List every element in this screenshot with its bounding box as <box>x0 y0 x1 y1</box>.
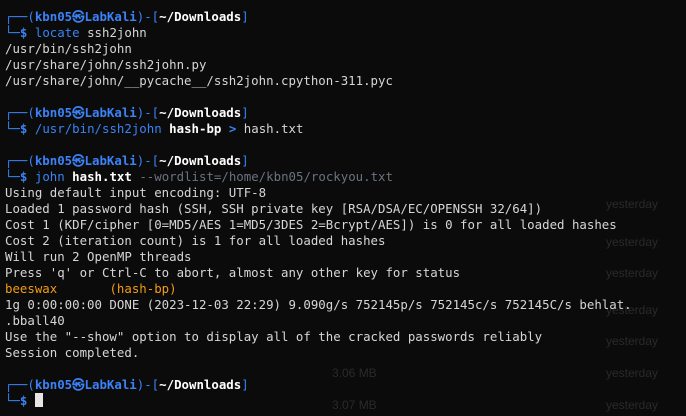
output-line: 1g 0:00:00:00 DONE (2023-12-03 22:29) 9.… <box>5 297 632 312</box>
prompt-open: ┌──( <box>5 9 35 24</box>
output-line: Using default input encoding: UTF-8 <box>5 185 267 200</box>
command-input-line[interactable]: └─$ <box>5 393 43 409</box>
prompt-dir: ~/Downloads <box>159 377 242 392</box>
command-line: └─$ /usr/bin/ssh2john hash-bp > hash.txt <box>5 121 303 137</box>
prompt-bottom: └─ <box>5 169 20 184</box>
prompt-user: kbn05 <box>34 105 73 120</box>
prompt-dollar: $ <box>19 169 28 184</box>
ghost-text: 3.06 MB <box>332 366 377 380</box>
prompt-bottom: └─ <box>5 121 20 136</box>
output-line: Cost 2 (iteration count) is 1 for all lo… <box>5 233 386 248</box>
command-line: └─$ john hash.txt --wordlist=/home/kbn05… <box>5 169 393 185</box>
redirect-operator: > <box>228 121 237 136</box>
command: locate <box>34 25 80 40</box>
prompt-user: kbn05 <box>34 153 73 168</box>
prompt-close: ] <box>241 377 249 392</box>
prompt-line: ┌──(kbn05㉿LabKali)-[~/Downloads] <box>5 9 249 25</box>
prompt-user: kbn05 <box>34 377 73 392</box>
prompt-mid: )-[ <box>136 9 160 24</box>
output-line: .bball40 <box>5 313 65 328</box>
output-line: /usr/share/john/ssh2john.py <box>5 57 207 72</box>
prompt-line: ┌──(kbn05㉿LabKali)-[~/Downloads] <box>5 153 249 169</box>
ghost-text: 3.07 MB <box>332 398 377 412</box>
ghost-text: yesterday <box>606 334 659 348</box>
prompt-open: ┌──( <box>5 377 35 392</box>
command-line: └─$ locate ssh2john <box>5 25 147 41</box>
cracked-line: beeswax (hash-bp) <box>5 281 177 297</box>
command-arg: hash-bp <box>169 121 222 136</box>
command-arg: ssh2john <box>87 25 147 40</box>
ghost-text: yesterday <box>606 398 659 412</box>
command-arg: hash.txt <box>243 121 304 136</box>
output-line: /usr/bin/ssh2john <box>5 41 132 56</box>
prompt-dollar: $ <box>19 393 28 408</box>
output-line: Loaded 1 password hash (SSH, SSH private… <box>5 201 543 216</box>
prompt-mid: )-[ <box>136 377 160 392</box>
prompt-mid: )-[ <box>136 105 160 120</box>
prompt-dollar: $ <box>19 25 28 40</box>
prompt-at-icon: ㉿ <box>72 153 85 168</box>
prompt-user: kbn05 <box>34 9 73 24</box>
prompt-dir: ~/Downloads <box>159 9 242 24</box>
prompt-line: ┌──(kbn05㉿LabKali)-[~/Downloads] <box>5 105 249 121</box>
command: /usr/bin/ssh2john <box>34 121 162 136</box>
command-arg: hash.txt <box>72 169 132 184</box>
prompt-line: ┌──(kbn05㉿LabKali)-[~/Downloads] <box>5 377 249 393</box>
prompt-close: ] <box>241 105 249 120</box>
command-option: --wordlist=/home/kbn05/rockyou.txt <box>139 169 393 184</box>
prompt-dir: ~/Downloads <box>159 105 242 120</box>
prompt-bottom: └─ <box>5 25 20 40</box>
prompt-at-icon: ㉿ <box>72 105 85 120</box>
output-line: Use the "--show" option to display all o… <box>5 329 543 344</box>
text-cursor[interactable] <box>34 393 43 407</box>
output-line: Press 'q' or Ctrl-C to abort, almost any… <box>5 265 461 280</box>
ghost-text: yesterday <box>606 197 659 211</box>
command: john <box>34 169 65 184</box>
output-line: /usr/share/john/__pycache__/ssh2john.cpy… <box>5 73 393 88</box>
ghost-text: yesterday <box>606 366 659 380</box>
prompt-host: LabKali <box>84 153 137 168</box>
prompt-mid: )-[ <box>136 153 160 168</box>
terminal-window[interactable]: yesterday yesterday yesterday yesterday … <box>0 0 686 416</box>
prompt-at-icon: ㉿ <box>72 377 85 392</box>
cracked-password: beeswax <box>5 281 58 296</box>
prompt-bottom: └─ <box>5 393 20 408</box>
prompt-host: LabKali <box>84 377 137 392</box>
prompt-open: ┌──( <box>5 153 35 168</box>
prompt-host: LabKali <box>84 9 137 24</box>
prompt-dollar: $ <box>19 121 28 136</box>
ghost-text: yesterday <box>606 266 659 280</box>
prompt-at-icon: ㉿ <box>72 9 85 24</box>
prompt-dir: ~/Downloads <box>159 153 242 168</box>
output-line: Will run 2 OpenMP threads <box>5 249 192 264</box>
ghost-text: yesterday <box>606 235 659 249</box>
prompt-open: ┌──( <box>5 105 35 120</box>
cracked-file: (hash-bp) <box>109 281 177 296</box>
prompt-close: ] <box>241 153 249 168</box>
output-line: Cost 1 (KDF/cipher [0=MD5/AES 1=MD5/3DES… <box>5 217 617 232</box>
prompt-host: LabKali <box>84 105 137 120</box>
prompt-close: ] <box>241 9 249 24</box>
output-line: Session completed. <box>5 345 140 360</box>
